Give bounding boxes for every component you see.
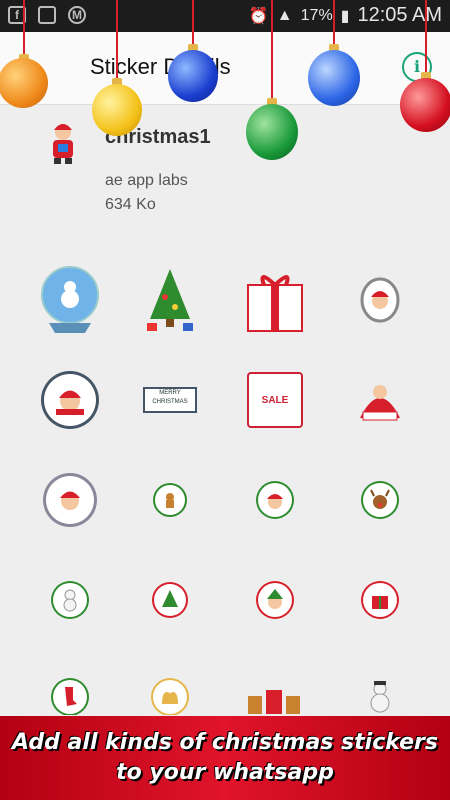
snowman-icon	[53, 583, 87, 617]
alarm-icon: ⏰	[248, 7, 269, 25]
sticker-cell[interactable]	[225, 555, 325, 645]
battery-percent: 17%	[300, 6, 333, 24]
santa-badge-icon	[360, 277, 400, 323]
sticker-cell[interactable]	[120, 655, 220, 715]
santa-round-badge-icon	[46, 476, 94, 524]
pack-thumbnail-icon	[53, 124, 73, 164]
pack-header: christmas1 ae app labs 634 Ko	[0, 104, 450, 234]
sticker-cell[interactable]	[20, 355, 120, 445]
notification-icon: M	[68, 6, 86, 24]
pack-author: ae app labs	[105, 172, 188, 189]
sticker-cell[interactable]	[225, 455, 325, 545]
sticker-cell[interactable]	[120, 455, 220, 545]
light-blue-ornament-icon	[308, 50, 360, 106]
pack-size: 634 Ko	[105, 196, 156, 213]
promo-banner[interactable]: Add all kinds of christmas stickers to y…	[0, 716, 450, 800]
santa-merry-xmas-icon	[44, 374, 96, 426]
sticker-cell[interactable]	[20, 255, 120, 345]
christmas-tree-icon	[147, 269, 193, 331]
present-badge-icon	[363, 583, 397, 617]
stocking-icon	[53, 680, 87, 714]
banner-line-2: to your whatsapp	[116, 760, 334, 785]
banner-line-1: Add all kinds of christmas stickers	[12, 730, 438, 755]
tree-badge-icon	[154, 584, 186, 616]
battery-icon: ▮	[340, 7, 350, 25]
signal-icon: ▲	[276, 6, 293, 24]
sticker-cell[interactable]	[120, 255, 220, 345]
village-icon	[248, 690, 300, 714]
gift-box-icon	[247, 275, 303, 332]
orange-ornament-icon	[0, 58, 48, 108]
sticker-cell[interactable]	[225, 655, 325, 715]
merry-christmas-banner-icon: MERRY CHRISTMAS	[143, 387, 197, 413]
christmas-sale-icon: SALE	[247, 372, 303, 428]
sticker-cell[interactable]	[330, 255, 430, 345]
green-ornament-icon	[246, 104, 298, 160]
gingerbread-icon	[155, 485, 185, 515]
clock: 12:05 AM	[357, 4, 442, 26]
snowman-tree-icon	[370, 681, 390, 713]
sticker-cell[interactable]: MERRY CHRISTMAS	[120, 355, 220, 445]
gallery-icon	[38, 6, 56, 24]
reindeer-icon	[363, 483, 397, 517]
status-bar: f M ⏰ ▲ 17% ▮ 12:05 AM	[0, 0, 450, 32]
sticker-cell[interactable]	[330, 455, 430, 545]
elf-icon	[258, 583, 292, 617]
sticker-cell[interactable]	[120, 555, 220, 645]
santa-head-icon	[258, 483, 292, 517]
snow-globe-icon	[41, 266, 99, 333]
sticker-cell[interactable]	[20, 655, 120, 715]
red-ornament-icon	[400, 78, 450, 132]
sticker-cell[interactable]	[330, 555, 430, 645]
app-bar: ← Sticker Details i	[0, 32, 450, 105]
santa-arms-up-icon	[360, 385, 400, 421]
sticker-cell[interactable]	[20, 455, 120, 545]
blue-ornament-icon	[168, 50, 218, 102]
bells-icon	[153, 680, 187, 714]
sticker-cell[interactable]	[20, 555, 120, 645]
yellow-ornament-icon	[92, 84, 142, 136]
sticker-cell[interactable]: SALE	[225, 355, 325, 445]
sticker-cell[interactable]	[330, 355, 430, 445]
sticker-cell[interactable]	[330, 655, 430, 715]
sticker-cell[interactable]	[225, 255, 325, 345]
